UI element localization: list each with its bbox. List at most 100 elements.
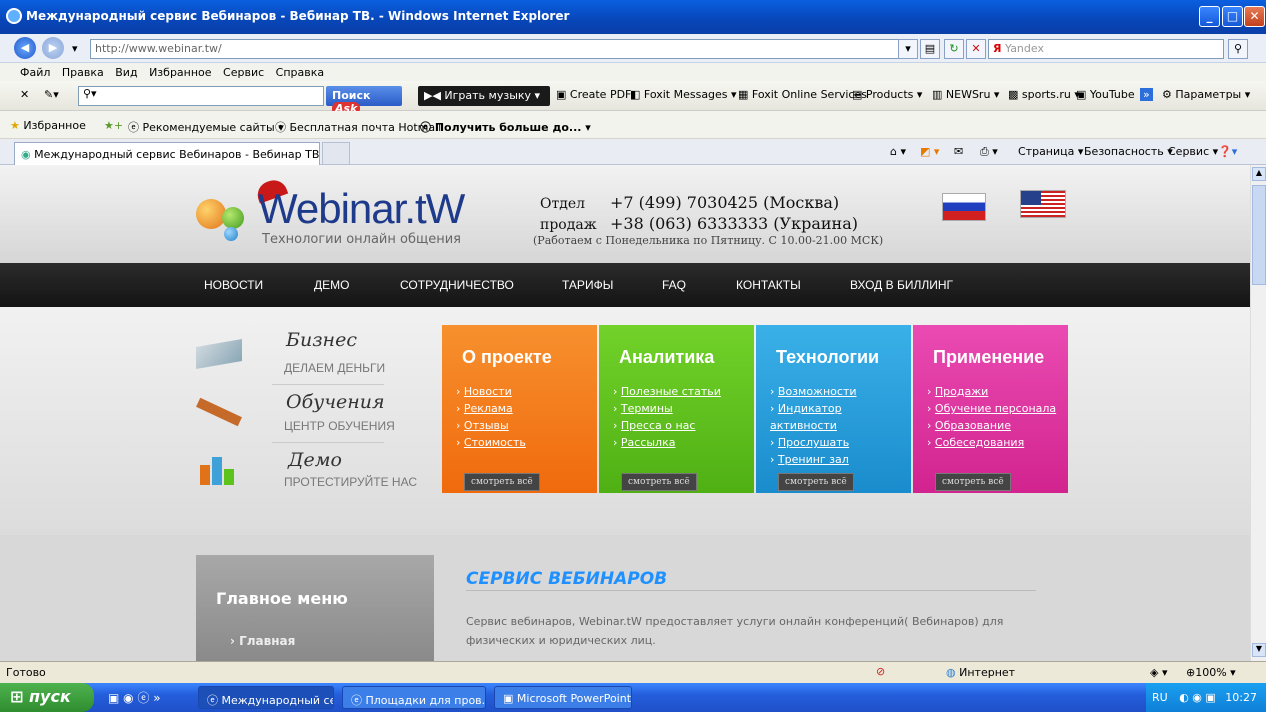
fav-item-more[interactable]: ⓔ Получить больше до... ▾ — [420, 119, 591, 135]
feeds-icon[interactable]: ◩ ▾ — [920, 145, 939, 158]
box-about-link[interactable]: Стоимость — [456, 434, 526, 451]
box-usage-link[interactable]: Образование — [927, 417, 1056, 434]
toolbar-search-button[interactable]: Поиск Ask — [326, 86, 402, 115]
box-technology-link[interactable]: Прослушать — [770, 434, 911, 451]
nav-partnership[interactable]: СОТРУДНИЧЕСТВО — [400, 278, 514, 292]
box-technology-link[interactable]: Индикатор активности — [770, 400, 911, 434]
quicklaunch-icons[interactable]: ▣ ◉ ⓔ » — [108, 689, 161, 706]
minimize-button[interactable]: _ — [1199, 6, 1220, 27]
fav-item-recommended[interactable]: ⓔ Рекомендуемые сайты ▾ — [128, 119, 284, 135]
address-dropdown-icon[interactable]: ▾ — [898, 39, 918, 59]
popup-blocked-icon[interactable]: ⊘ — [876, 665, 885, 678]
fav-item-hotmail[interactable]: ⓔ Бесплатная почта Hotmail — [275, 119, 441, 135]
toolbar-more-icon[interactable]: » — [1140, 88, 1153, 101]
toolbar-foxit-online[interactable]: ▦ Foxit Online Services — [738, 88, 867, 101]
back-button[interactable]: ◀ — [14, 37, 36, 59]
tray-icons[interactable]: ◐ ◉ ▣ — [1179, 691, 1216, 704]
forward-button[interactable]: ▶ — [42, 37, 64, 59]
box-usage-link[interactable]: Продажи — [927, 383, 1056, 400]
toolbar-youtube[interactable]: ▣ YouTube — [1076, 88, 1135, 101]
compat-view-icon[interactable]: ▤ — [920, 39, 940, 59]
box-technology-link[interactable]: Возможности — [770, 383, 911, 400]
nav-news[interactable]: НОВОСТИ — [204, 278, 263, 292]
language-indicator[interactable]: RU — [1152, 691, 1168, 704]
us-flag-icon[interactable] — [1020, 190, 1066, 218]
box-usage-title[interactable]: Применение — [933, 347, 1044, 368]
see-all-button[interactable]: смотреть всё — [935, 473, 1011, 491]
left-item-training-title[interactable]: Обучения — [286, 391, 385, 413]
menu-view[interactable]: Вид — [115, 66, 137, 79]
box-analytics-title[interactable]: Аналитика — [619, 347, 714, 368]
task-ie-webinar[interactable]: ⓔ Международный се... — [198, 686, 334, 709]
stop-icon[interactable]: ✕ — [966, 39, 986, 59]
box-analytics-link[interactable]: Пресса о нас — [613, 417, 721, 434]
box-about-link[interactable]: Новости — [456, 383, 526, 400]
box-about-link[interactable]: Отзывы — [456, 417, 526, 434]
toolbar-edit-icon[interactable]: ✎▾ — [44, 88, 59, 101]
play-music-button[interactable]: ▶◀ Играть музыку ▾ — [418, 86, 550, 106]
toolbar-create-pdf[interactable]: ▣ Create PDF — [556, 88, 631, 101]
add-favorite-icon[interactable]: ★+ — [104, 119, 123, 132]
nav-faq[interactable]: FAQ — [662, 278, 686, 292]
scroll-up-icon[interactable]: ▲ — [1252, 167, 1266, 181]
box-technology-title[interactable]: Технологии — [776, 347, 879, 368]
vertical-scrollbar[interactable]: ▲ ▼ — [1250, 165, 1266, 661]
close-button[interactable]: ✕ — [1244, 6, 1265, 27]
scroll-thumb[interactable] — [1252, 185, 1266, 285]
mail-icon[interactable]: ✉ — [954, 145, 963, 158]
history-dropdown-icon[interactable]: ▾ — [72, 42, 78, 55]
safety-menu[interactable]: Безопасность ▾ — [1084, 145, 1173, 158]
zoom-control[interactable]: ⊕100% ▾ — [1186, 666, 1236, 679]
toolbar-close-icon[interactable]: ✕ — [20, 88, 29, 101]
scroll-down-icon[interactable]: ▼ — [1252, 643, 1266, 657]
home-icon[interactable]: ⌂ ▾ — [890, 145, 906, 158]
nav-billing[interactable]: ВХОД В БИЛЛИНГ — [850, 278, 953, 292]
see-all-button[interactable]: смотреть всё — [778, 473, 854, 491]
menu-file[interactable]: Файл — [20, 66, 50, 79]
start-button[interactable]: ⊞ пуск — [0, 683, 94, 712]
left-item-demo-title[interactable]: Демо — [288, 449, 342, 471]
toolbar-search-input[interactable]: ⚲▾ — [78, 86, 324, 106]
nav-demo[interactable]: ДЕМО — [314, 278, 349, 292]
box-about-title[interactable]: О проекте — [462, 347, 552, 368]
new-tab-button[interactable] — [322, 142, 350, 165]
box-technology-link[interactable]: Тренинг зал — [770, 451, 911, 468]
box-analytics-link[interactable]: Полезные статьи — [613, 383, 721, 400]
favorites-button[interactable]: ★ Избранное — [10, 119, 86, 132]
box-analytics-link[interactable]: Рассылка — [613, 434, 721, 451]
main-menu-item-home[interactable]: › Главная — [230, 634, 295, 648]
page-menu[interactable]: Страница ▾ — [1018, 145, 1083, 158]
box-usage-link[interactable]: Обучение персонала — [927, 400, 1056, 417]
russian-flag-icon[interactable] — [942, 193, 986, 221]
protected-mode-icon[interactable]: ◈ ▾ — [1150, 666, 1167, 679]
refresh-icon[interactable]: ↻ — [944, 39, 964, 59]
see-all-button[interactable]: смотреть всё — [464, 473, 540, 491]
box-usage-link[interactable]: Собеседования — [927, 434, 1056, 451]
print-icon[interactable]: ⎙ ▾ — [980, 145, 998, 159]
tab-current[interactable]: ◉ Международный сервис Вебинаров - Вебин… — [14, 142, 320, 165]
menu-favorites[interactable]: Избранное — [149, 66, 211, 79]
address-field[interactable]: http://www.webinar.tw/ — [90, 39, 918, 59]
toolbar-settings[interactable]: ⚙ Параметры ▾ — [1162, 88, 1250, 101]
box-about-link[interactable]: Реклама — [456, 400, 526, 417]
tools-menu[interactable]: Сервис ▾ — [1168, 145, 1218, 158]
maximize-button[interactable]: □ — [1222, 6, 1243, 27]
task-powerpoint[interactable]: ▣ Microsoft PowerPoint ... — [494, 686, 632, 709]
menu-help[interactable]: Справка — [276, 66, 324, 79]
menu-tools[interactable]: Сервис — [223, 66, 264, 79]
toolbar-sports[interactable]: ▩ sports.ru ▾ — [1008, 88, 1080, 101]
toolbar-products[interactable]: ▤ Products ▾ — [852, 88, 922, 101]
toolbar-newsru[interactable]: ▥ NEWSru ▾ — [932, 88, 999, 101]
search-field[interactable]: Я Yandex — [988, 39, 1224, 59]
menu-edit[interactable]: Правка — [62, 66, 104, 79]
box-analytics-link[interactable]: Термины — [613, 400, 721, 417]
toolbar-foxit-messages[interactable]: ◧ Foxit Messages ▾ — [630, 88, 737, 101]
site-logo[interactable]: Webinar.tW — [258, 185, 465, 233]
left-item-business-title[interactable]: Бизнес — [286, 329, 357, 351]
see-all-button[interactable]: смотреть всё — [621, 473, 697, 491]
help-icon[interactable]: ❓▾ — [1218, 145, 1237, 158]
task-ie-ploshadki[interactable]: ⓔ Площадки для пров... — [342, 686, 486, 709]
nav-contacts[interactable]: КОНТАКТЫ — [736, 278, 801, 292]
search-go-icon[interactable]: ⚲ — [1228, 39, 1248, 59]
nav-pricing[interactable]: ТАРИФЫ — [562, 278, 613, 292]
